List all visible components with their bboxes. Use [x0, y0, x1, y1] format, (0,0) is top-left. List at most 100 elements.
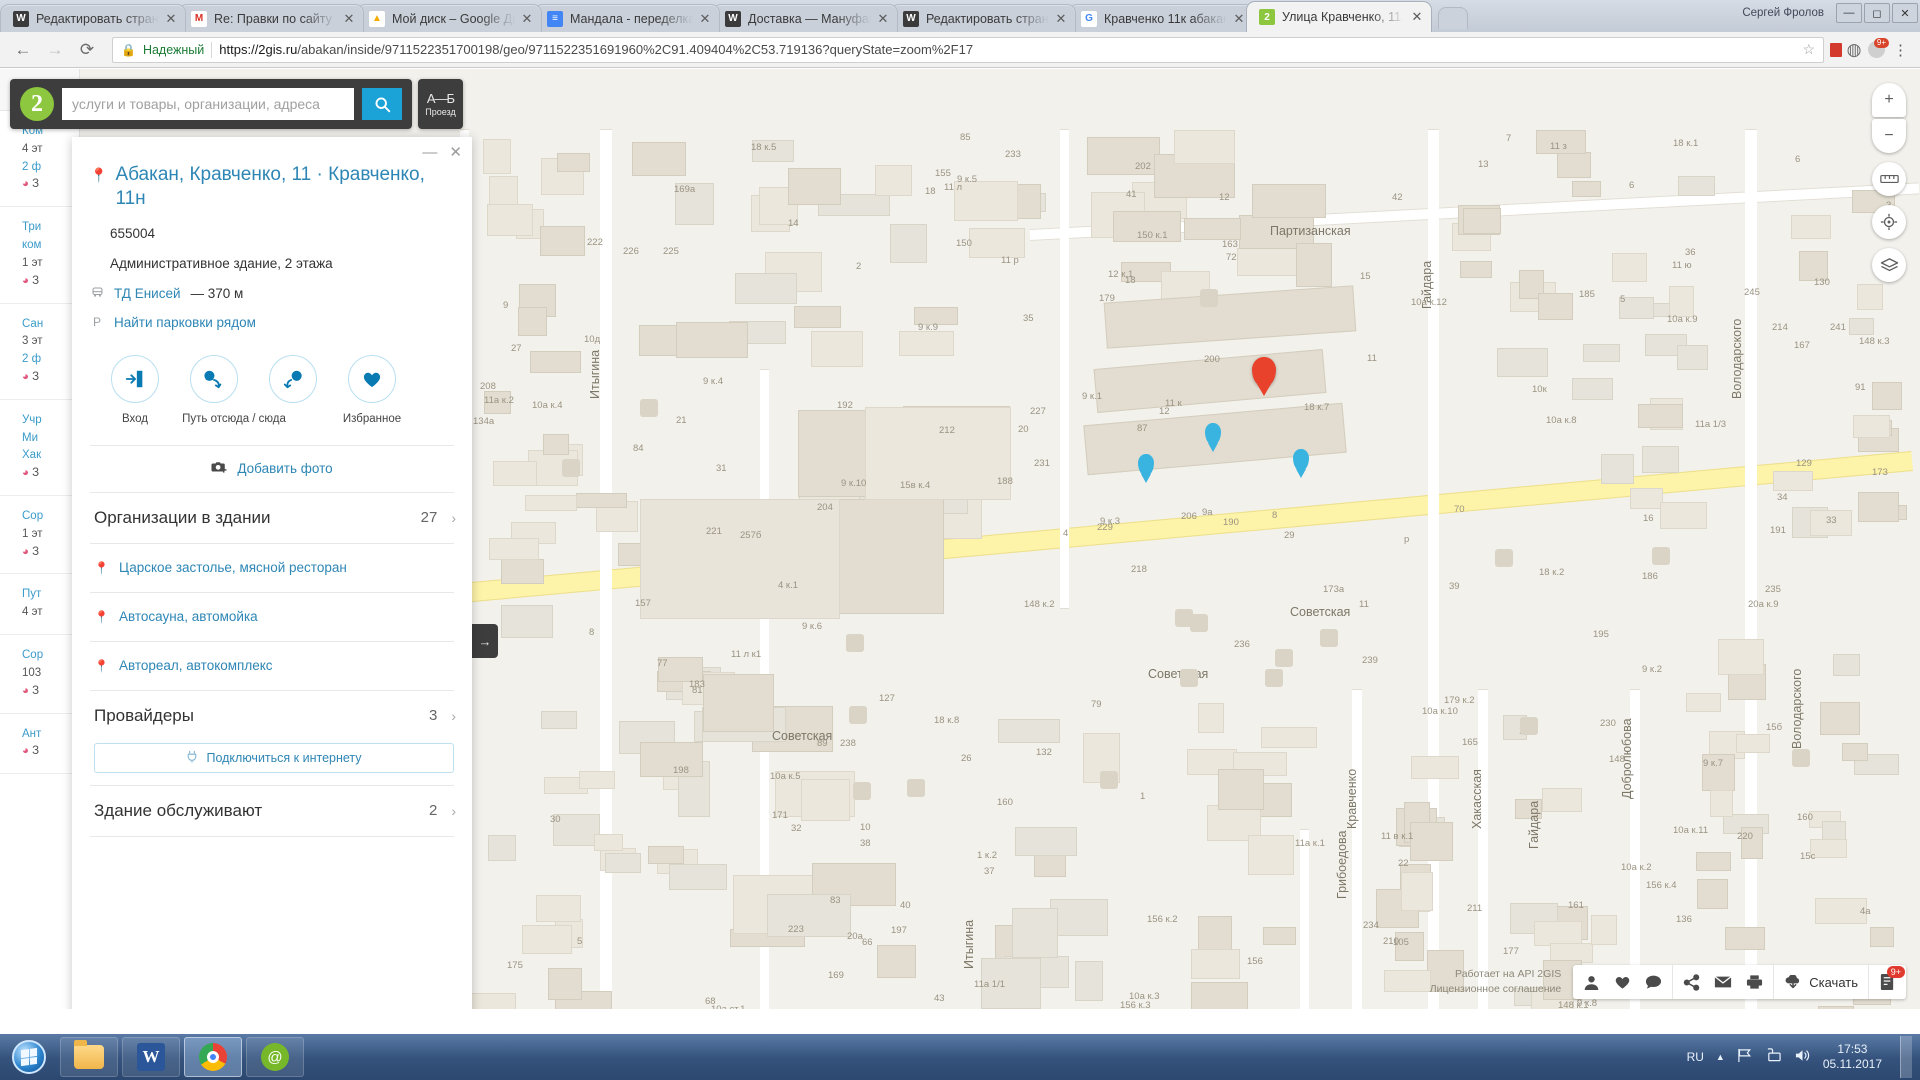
- browser-tab[interactable]: W Редактировать страницу ✕: [890, 4, 1076, 32]
- connect-internet-button[interactable]: Подключиться к интернету: [94, 742, 454, 773]
- extension-icon-gray[interactable]: ◍: [1842, 36, 1866, 64]
- layers-icon[interactable]: [1872, 248, 1906, 282]
- network-icon[interactable]: [1765, 1048, 1782, 1066]
- map-poi-icon[interactable]: [1200, 289, 1218, 307]
- comment-icon[interactable]: [1645, 974, 1662, 990]
- close-window-button[interactable]: ✕: [1892, 3, 1918, 23]
- map-poi-icon[interactable]: [1652, 547, 1670, 565]
- map-poi-icon[interactable]: [849, 706, 867, 724]
- tab-close-icon[interactable]: ✕: [875, 11, 891, 27]
- route-from-action[interactable]: А Путь отсюда / сюда: [175, 354, 286, 425]
- result-list-item[interactable]: Сор 1 эт ◕ З: [0, 496, 79, 575]
- reload-icon[interactable]: ⟳: [72, 36, 102, 64]
- heart-icon[interactable]: [1614, 974, 1631, 990]
- search-results-list[interactable]: Абакан Ком4 эт2 ф◕ ЗТриком1 эт◕ ЗСан3 эт…: [0, 69, 80, 1009]
- providers-section-header[interactable]: Провайдеры 3 ›: [72, 691, 472, 741]
- map-poi-icon[interactable]: [853, 782, 871, 800]
- tab-close-icon[interactable]: ✕: [1231, 11, 1247, 27]
- tray-language[interactable]: RU: [1687, 1050, 1704, 1064]
- tab-close-icon[interactable]: ✕: [1053, 11, 1069, 27]
- result-photos[interactable]: 2 ф: [22, 351, 71, 369]
- feedback-icon[interactable]: 9+: [1879, 966, 1905, 991]
- route-to-action[interactable]: Б: [254, 354, 332, 425]
- taskbar-google-chrome[interactable]: [184, 1037, 242, 1077]
- favorite-action[interactable]: Избранное: [333, 354, 411, 425]
- browser-tab[interactable]: M Re: Правки по сайту - fr ✕: [178, 4, 364, 32]
- bookmark-star-icon[interactable]: ☆: [1802, 41, 1815, 58]
- map-poi-icon[interactable]: [562, 459, 580, 477]
- back-icon[interactable]: ←: [8, 36, 38, 64]
- show-desktop-button[interactable]: [1900, 1036, 1912, 1078]
- 2gis-logo-icon[interactable]: 2: [20, 87, 54, 121]
- new-tab-button[interactable]: [1438, 7, 1468, 29]
- services-section-header[interactable]: Здание обслуживают 2 ›: [72, 786, 472, 836]
- extension-icon-red[interactable]: [1830, 42, 1842, 57]
- locate-icon[interactable]: [1872, 205, 1906, 239]
- map-poi-icon[interactable]: [1320, 629, 1338, 647]
- extension-icon-badge[interactable]: 9+: [1868, 38, 1889, 58]
- address-bar[interactable]: 🔒 Надежный https://2gis.ru/abakan/inside…: [112, 36, 1824, 63]
- browser-tab[interactable]: W Редактировать страницу ✕: [0, 4, 186, 32]
- tab-close-icon[interactable]: ✕: [519, 11, 535, 27]
- map-poi-icon[interactable]: [1265, 669, 1283, 687]
- zoom-out-button[interactable]: −: [1872, 119, 1906, 153]
- print-icon[interactable]: [1746, 974, 1763, 990]
- map-poi-icon[interactable]: [846, 634, 864, 652]
- mail-icon[interactable]: [1714, 975, 1732, 989]
- maximize-button[interactable]: ◻: [1864, 3, 1890, 23]
- transit-route-button[interactable]: А—Б Проезд: [418, 79, 463, 129]
- result-photos[interactable]: 2 ф: [22, 159, 71, 177]
- organization-item[interactable]: 📍 Автореал, автокомплекс: [72, 642, 472, 690]
- map-poi-icon[interactable]: [1100, 771, 1118, 789]
- tray-clock[interactable]: 17:53 05.11.2017: [1823, 1042, 1882, 1072]
- panel-minimize-button[interactable]: —: [422, 145, 437, 160]
- search-input[interactable]: [62, 88, 354, 120]
- tab-close-icon[interactable]: ✕: [697, 11, 713, 27]
- map-poi-icon[interactable]: [640, 399, 658, 417]
- map-poi-icon[interactable]: [1520, 717, 1538, 735]
- tab-close-icon[interactable]: ✕: [341, 11, 357, 27]
- map-poi-icon[interactable]: [907, 779, 925, 797]
- organization-item[interactable]: 📍 Царское застолье, мясной ресторан: [72, 544, 472, 592]
- person-icon[interactable]: [1583, 974, 1600, 991]
- taskbar-file-explorer[interactable]: [60, 1037, 118, 1077]
- organization-item[interactable]: 📍 Автосауна, автомойка: [72, 593, 472, 641]
- browser-tab[interactable]: W Доставка — Мануфактур ✕: [712, 4, 898, 32]
- minimize-button[interactable]: —: [1836, 3, 1862, 23]
- add-photo-button[interactable]: Добавить фото: [72, 446, 472, 492]
- browser-tab[interactable]: ≡ Мандала - переделка са ✕: [534, 4, 720, 32]
- result-list-item[interactable]: Пут 4 эт: [0, 574, 79, 636]
- map-poi-icon[interactable]: [1495, 549, 1513, 567]
- result-list-item[interactable]: Сан 3 эт 2 ф ◕ З: [0, 304, 79, 400]
- download-button[interactable]: Скачать: [1784, 974, 1858, 990]
- browser-tab[interactable]: ▲ Мой диск – Google Диск ✕: [356, 4, 542, 32]
- browser-tab[interactable]: 2 Улица Кравченко, 11 / К ✕: [1246, 1, 1432, 32]
- attribution-line-2[interactable]: Лицензионное соглашение: [1430, 982, 1562, 997]
- transit-stop-link[interactable]: ТД Енисей: [114, 286, 181, 301]
- organizations-section-header[interactable]: Организации в здании 27 ›: [72, 493, 472, 543]
- map-poi-icon[interactable]: [1792, 749, 1810, 767]
- zoom-in-button[interactable]: +: [1872, 83, 1906, 117]
- tab-close-icon[interactable]: ✕: [1409, 9, 1425, 25]
- panel-collapse-button[interactable]: →: [472, 624, 498, 658]
- chrome-menu-icon[interactable]: ⋮: [1893, 41, 1908, 59]
- taskbar-green-app[interactable]: @: [246, 1037, 304, 1077]
- result-list-item[interactable]: Учр Ми Хак ◕ З: [0, 400, 79, 496]
- panel-close-button[interactable]: ✕: [449, 145, 462, 160]
- taskbar-microsoft-word[interactable]: W: [122, 1037, 180, 1077]
- share-icon[interactable]: [1683, 973, 1700, 991]
- forward-icon[interactable]: →: [40, 36, 70, 64]
- map-poi-icon[interactable]: [1175, 609, 1193, 627]
- map-poi-icon[interactable]: [1180, 669, 1198, 687]
- ruler-icon[interactable]: [1872, 162, 1906, 196]
- tab-close-icon[interactable]: ✕: [163, 11, 179, 27]
- flag-icon[interactable]: [1737, 1048, 1753, 1066]
- search-button[interactable]: [362, 88, 402, 120]
- start-button[interactable]: [2, 1036, 56, 1078]
- browser-tab[interactable]: G Кравченко 11к абакан - ✕: [1068, 4, 1254, 32]
- result-list-item[interactable]: Три ком 1 эт ◕ З: [0, 207, 79, 304]
- entrance-action[interactable]: Вход: [96, 354, 174, 425]
- result-list-item[interactable]: Ант ◕ З: [0, 714, 79, 775]
- volume-icon[interactable]: [1794, 1048, 1811, 1066]
- find-parking-link[interactable]: Найти парковки рядом: [114, 315, 256, 330]
